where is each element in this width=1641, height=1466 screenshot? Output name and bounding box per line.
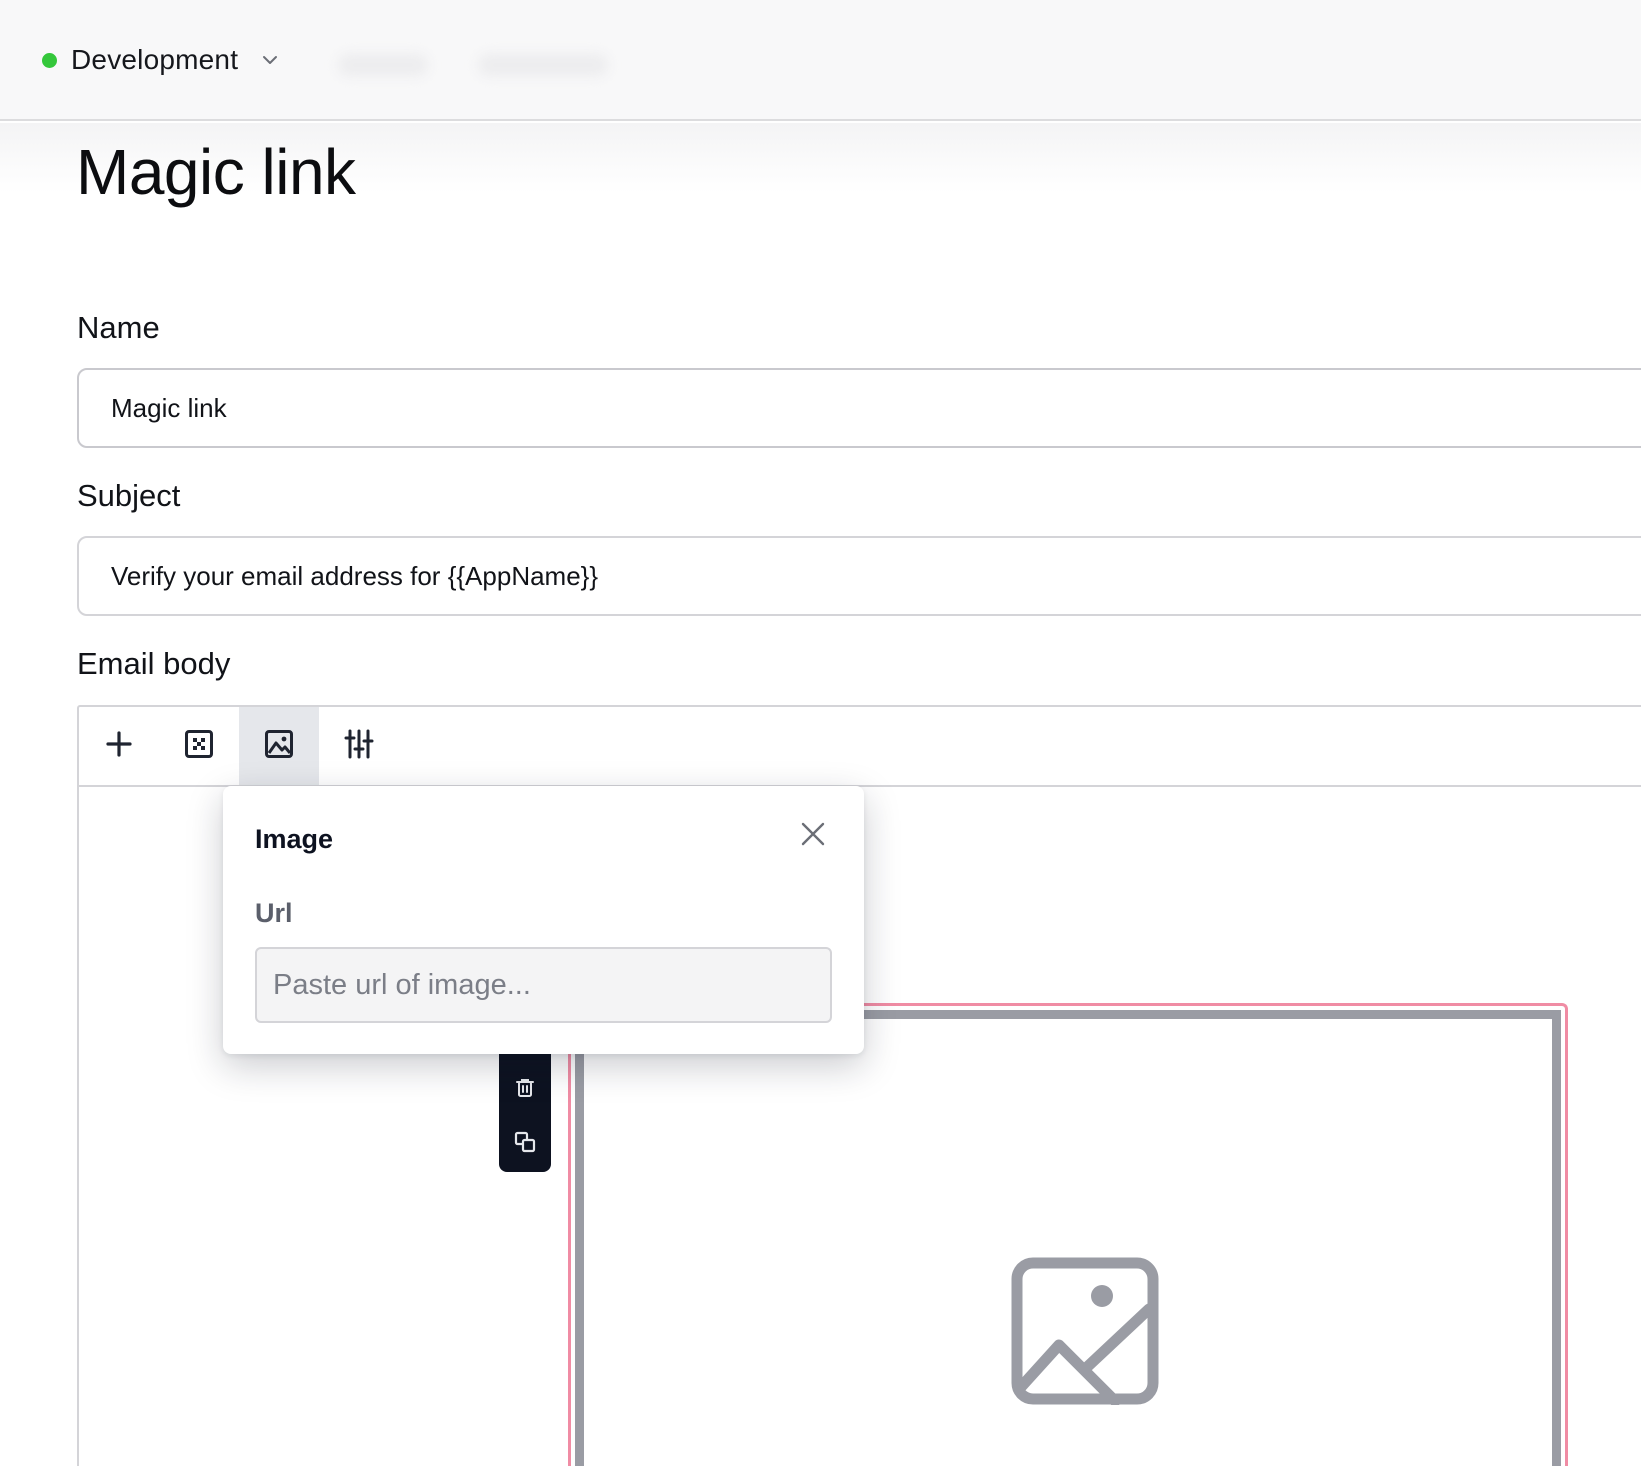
delete-block-button[interactable] xyxy=(513,1078,537,1102)
image-placeholder-icon xyxy=(1011,1257,1159,1409)
environment-status-dot xyxy=(42,52,57,68)
plus-icon xyxy=(105,730,133,763)
close-popover-button[interactable] xyxy=(795,818,831,854)
top-bar: Development xyxy=(0,0,1641,121)
image-block[interactable] xyxy=(568,1003,1568,1466)
name-input[interactable] xyxy=(77,368,1641,448)
duplicate-block-button[interactable] xyxy=(513,1131,537,1158)
layout-button[interactable] xyxy=(159,707,239,785)
trash-icon xyxy=(514,1077,536,1104)
popover-title: Image xyxy=(255,824,334,854)
sliders-icon xyxy=(344,729,374,764)
subject-label: Subject xyxy=(77,478,181,513)
blurred-nav-item xyxy=(338,54,428,76)
subject-input[interactable] xyxy=(77,536,1641,616)
image-icon xyxy=(264,729,294,764)
image-url-input[interactable] xyxy=(255,947,832,1023)
image-placeholder xyxy=(575,1010,1561,1466)
close-icon xyxy=(799,820,827,853)
environment-switcher[interactable]: Development xyxy=(42,40,282,80)
email-body-label: Email body xyxy=(77,646,231,681)
chevron-down-icon xyxy=(260,49,282,71)
blurred-nav-item xyxy=(478,54,608,76)
add-block-button[interactable] xyxy=(79,707,159,785)
duplicate-icon xyxy=(514,1131,536,1158)
image-popover: Image Url xyxy=(223,786,864,1054)
block-actions-rail xyxy=(499,1040,551,1172)
url-label: Url xyxy=(255,898,293,928)
editor-toolbar xyxy=(79,707,1641,787)
page-title: Magic link xyxy=(76,136,356,208)
layout-icon xyxy=(184,729,214,764)
image-tool-button[interactable] xyxy=(239,707,319,785)
settings-button[interactable] xyxy=(319,707,399,785)
name-label: Name xyxy=(77,310,160,345)
environment-label: Development xyxy=(71,44,239,75)
